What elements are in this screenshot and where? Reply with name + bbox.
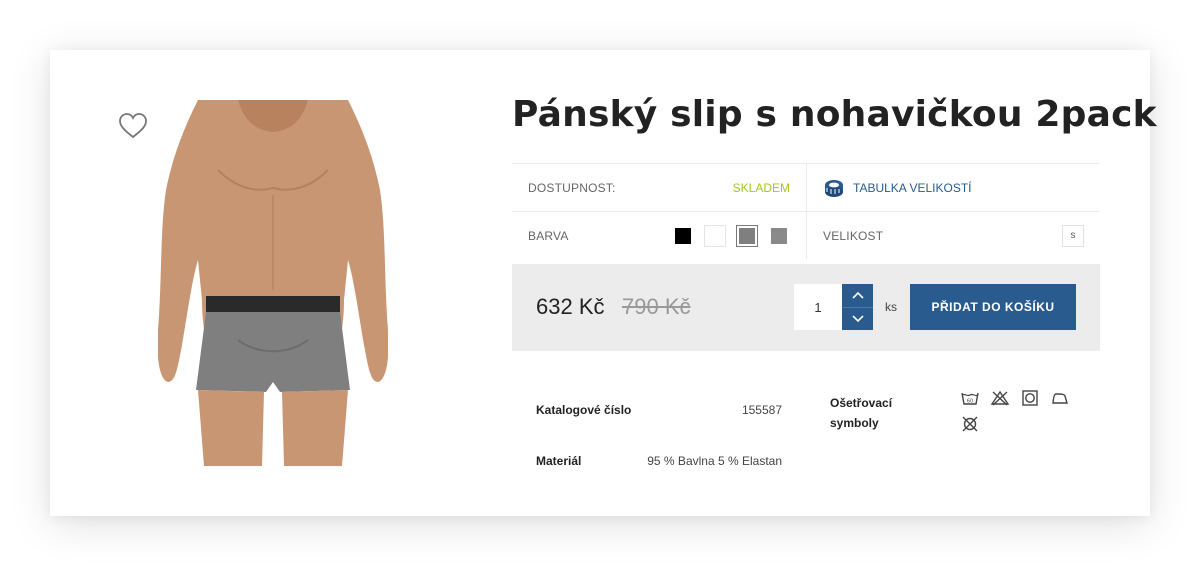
size-chart-label: TABULKA VELIKOSTÍ: [853, 180, 972, 195]
product-attributes: DOSTUPNOST: SKLADEM TABULKA VELIKOSTÍ BA…: [512, 163, 1100, 259]
color-label: BARVA: [528, 228, 569, 243]
care-symbols-label: Ošetřovací symboly: [830, 396, 893, 430]
price-bar: 632 Kč 790 Kč ks PŘIDAT DO KOŠÍKU: [512, 264, 1100, 350]
chevron-down-icon: [851, 315, 864, 322]
quantity-increase-button[interactable]: [842, 284, 873, 307]
size-chart-cell: TABULKA VELIKOSTÍ: [806, 164, 1100, 211]
color-swatch-grey-selected[interactable]: [736, 224, 758, 247]
attributes-row-2: BARVA VELIKOST s: [512, 211, 1100, 259]
color-swatch-white[interactable]: [704, 224, 726, 247]
attributes-row-1: DOSTUPNOST: SKLADEM TABULKA VELIKOSTÍ: [512, 163, 1100, 211]
color-cell: BARVA: [512, 212, 806, 259]
size-option[interactable]: s: [1062, 224, 1084, 247]
product-card: Pánský slip s nohavičkou 2pack DOSTUPNOS…: [50, 50, 1157, 516]
product-specs: Katalogové číslo 155587 Materiál 95 % Ba…: [512, 350, 1100, 470]
color-swatches: [672, 224, 790, 247]
product-image: [157, 100, 389, 466]
care-symbols: 60: [960, 389, 1080, 433]
chevron-up-icon: [851, 292, 864, 299]
wash-60-icon: 60: [961, 392, 979, 405]
size-label: VELIKOST: [823, 228, 884, 243]
no-dry-clean-icon: [962, 416, 978, 432]
availability-label: DOSTUPNOST:: [528, 180, 616, 195]
add-to-cart-button[interactable]: PŘIDAT DO KOŠÍKU: [910, 284, 1076, 330]
size-chart-link[interactable]: TABULKA VELIKOSTÍ: [823, 178, 972, 198]
quantity-stepper: [842, 284, 873, 330]
iron-icon: [1052, 393, 1068, 404]
color-swatch-grey[interactable]: [768, 225, 790, 247]
measuring-tape-icon: [825, 179, 843, 197]
material-value: 95 % Bavlna 5 % Elastan: [647, 454, 782, 468]
original-price: 790 Kč: [622, 294, 691, 319]
catalog-number-value: 155587: [741, 403, 782, 417]
svg-text:60: 60: [967, 399, 973, 405]
quantity-decrease-button[interactable]: [842, 306, 873, 330]
quantity-input[interactable]: [794, 284, 842, 330]
wishlist-heart-icon[interactable]: [118, 112, 148, 140]
current-price: 632 Kč: [536, 294, 605, 319]
tumble-dry-icon: [1022, 390, 1038, 406]
availability-cell: DOSTUPNOST: SKLADEM: [512, 164, 806, 211]
product-title: Pánský slip s nohavičkou 2pack: [512, 94, 1157, 135]
catalog-number-label: Katalogové číslo: [536, 403, 632, 417]
size-cell: VELIKOST s: [806, 212, 1100, 259]
material-label: Materiál: [536, 454, 582, 468]
availability-value: SKLADEM: [732, 180, 790, 195]
color-swatch-black[interactable]: [672, 225, 694, 247]
no-bleach-icon: [990, 390, 1010, 406]
quantity-unit: ks: [885, 300, 897, 314]
